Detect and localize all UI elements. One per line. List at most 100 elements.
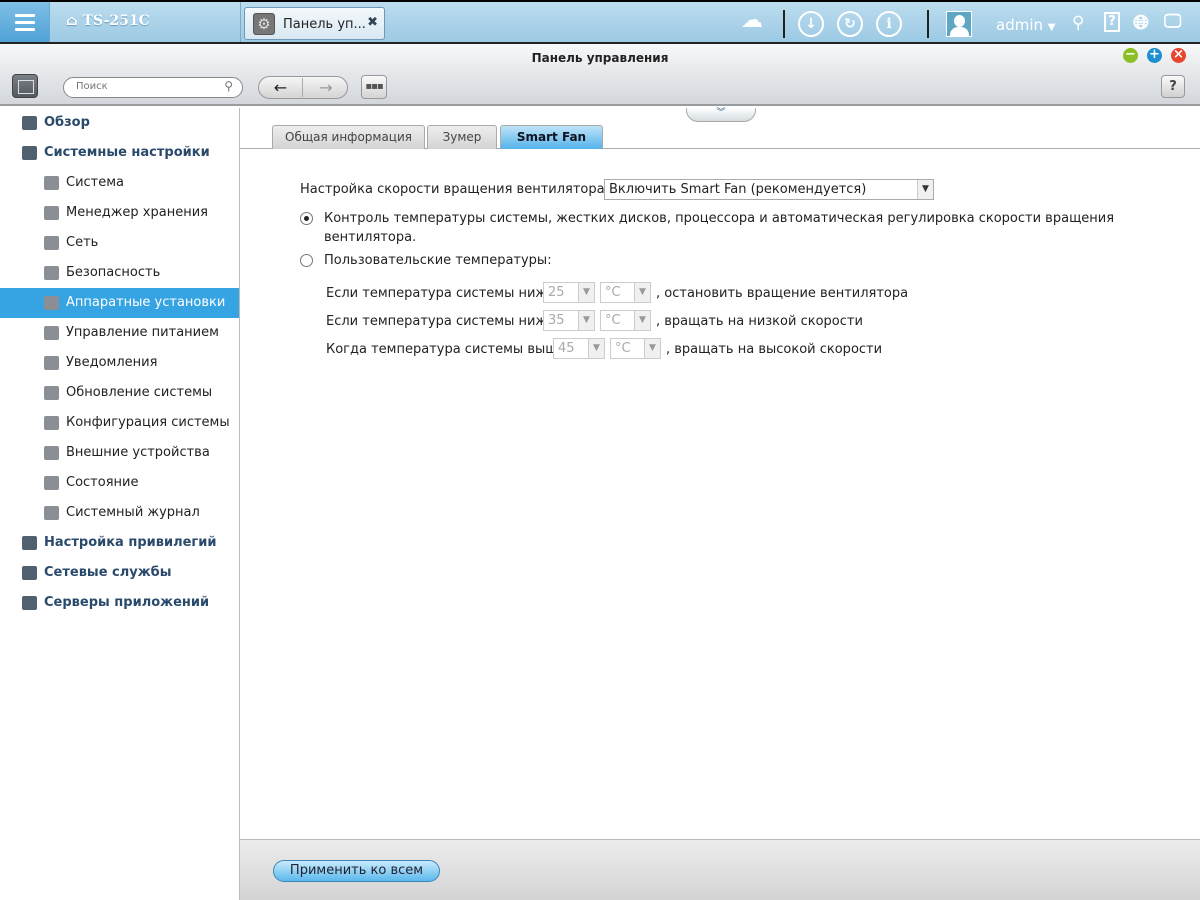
collapse-handle[interactable]: ︾ [686, 108, 756, 122]
divider [783, 10, 785, 38]
chevron-down-icon: ︾ [716, 108, 726, 118]
search-icon: ⚲ [224, 79, 233, 93]
sidebar-item[interactable]: Сетевые службы [0, 558, 239, 588]
sidebar-item-icon [44, 506, 59, 520]
app-tab-label: Панель уп... [283, 17, 366, 32]
temp-value-select[interactable]: 35 ▼ [543, 310, 595, 331]
temp-unit-select[interactable]: °C ▼ [610, 338, 661, 359]
radio-auto-label: Контроль температуры системы, жестких ди… [324, 211, 1115, 226]
sidebar-item[interactable]: Обновление системы [0, 378, 239, 408]
sidebar-item[interactable]: Сеть [0, 228, 239, 258]
sidebar-item[interactable]: Аппаратные установки [0, 288, 239, 318]
temp-unit-select[interactable]: °C ▼ [600, 310, 651, 331]
sidebar-item[interactable]: Менеджер хранения [0, 198, 239, 228]
app-tab-control-panel[interactable]: ⚙ Панель уп... ✖ [244, 7, 385, 40]
search-field[interactable]: ⚲ [63, 77, 243, 98]
sidebar: Обзор Системные настройки Система Менеджер … [0, 108, 240, 900]
sidebar-item-label: Менеджер хранения [66, 205, 208, 220]
cloud-icon[interactable]: ☁ [741, 8, 763, 33]
search-input[interactable] [76, 81, 216, 92]
sidebar-item[interactable]: Конфигурация системы [0, 408, 239, 438]
nav-buttons: ← → [258, 76, 348, 99]
sidebar-item[interactable]: Системный журнал [0, 498, 239, 528]
chevron-down-icon: ▼ [917, 180, 933, 199]
radio-auto-label-line2: вентилятора. [324, 230, 417, 245]
temp-row-suffix: , вращать на высокой скорости [666, 342, 883, 357]
avatar[interactable] [946, 11, 972, 37]
sidebar-toggle-button[interactable] [12, 74, 38, 98]
chevron-down-icon: ▼ [644, 339, 660, 358]
sidebar-item[interactable]: Обзор [0, 108, 239, 138]
sidebar-item-label: Обновление системы [66, 385, 213, 400]
sidebar-item-label: Конфигурация системы [66, 415, 230, 430]
tab-smart-fan[interactable]: Smart Fan [500, 125, 603, 149]
temp-value-select[interactable]: 25 ▼ [543, 282, 595, 303]
temp-value: 25 [548, 285, 565, 300]
sidebar-item-label: Управление питанием [66, 325, 219, 340]
home-button[interactable]: ⌂ TS-251C [66, 13, 150, 29]
globe-icon[interactable]: 🌐︎ [1133, 10, 1149, 34]
sidebar-item-icon [44, 296, 59, 310]
help-button[interactable]: ? [1161, 75, 1185, 98]
sidebar-item[interactable]: Внешние устройства [0, 438, 239, 468]
chevron-down-icon: ▼ [1047, 22, 1056, 33]
chevron-down-icon: ▼ [578, 283, 594, 302]
temp-row-prefix: Если температура системы ниже [326, 314, 556, 329]
search-icon[interactable]: ⚲ [1072, 13, 1084, 33]
user-menu[interactable]: admin ▼ [996, 16, 1055, 34]
clock-icon[interactable]: ↓ [798, 11, 824, 37]
sidebar-item[interactable]: Системные настройки [0, 138, 239, 168]
sidebar-item-label: Сетевые службы [44, 565, 172, 580]
sidebar-item-icon [44, 206, 59, 220]
sidebar-item[interactable]: Состояние [0, 468, 239, 498]
sidebar-item-icon [44, 386, 59, 400]
radio-auto-control[interactable] [300, 212, 313, 225]
temp-unit-select[interactable]: °C ▼ [600, 282, 651, 303]
footer-bar: Применить ко всем [240, 839, 1200, 900]
top-bar: ⌂ TS-251C ⚙ Панель уп... ✖ ☁ ↓ ↻ i admin… [0, 0, 1200, 44]
close-icon[interactable]: ✖ [367, 15, 378, 30]
temp-value-select[interactable]: 45 ▼ [553, 338, 605, 359]
radio-custom-temps[interactable] [300, 254, 313, 267]
sidebar-item-label: Серверы приложений [44, 595, 210, 610]
apps-grid-button[interactable]: ▪▪▪ [361, 75, 387, 99]
tab-general-info[interactable]: Общая информация [272, 125, 425, 149]
sidebar-item-icon [22, 146, 37, 160]
help-book-icon[interactable]: ? [1104, 12, 1120, 32]
sidebar-item-label: Безопасность [66, 265, 161, 280]
maximize-button[interactable]: + [1147, 48, 1162, 63]
sidebar-item-icon [44, 446, 59, 460]
sidebar-item[interactable]: Уведомления [0, 348, 239, 378]
sidebar-item-label: Обзор [44, 115, 90, 130]
close-window-button[interactable]: × [1171, 48, 1186, 63]
sidebar-item[interactable]: Система [0, 168, 239, 198]
sidebar-item[interactable]: Управление питанием [0, 318, 239, 348]
sidebar-item-label: Системные настройки [44, 145, 210, 160]
fan-mode-select[interactable]: Включить Smart Fan (рекомендуется) ▼ [604, 179, 934, 200]
window-title: Панель управления [531, 51, 669, 65]
sidebar-item[interactable]: Безопасность [0, 258, 239, 288]
sidebar-item-label: Внешние устройства [66, 445, 210, 460]
sidebar-item-label: Настройка привилегий [44, 535, 217, 550]
apply-to-all-button[interactable]: Применить ко всем [273, 860, 440, 882]
minimize-button[interactable]: − [1123, 48, 1138, 63]
temp-row-suffix: , остановить вращение вентилятора [656, 286, 909, 301]
forward-button[interactable]: → [304, 78, 348, 97]
chevron-down-icon: ▼ [578, 311, 594, 330]
temp-row-prefix: Когда температура системы выше [326, 342, 566, 357]
info-icon[interactable]: i [876, 11, 902, 37]
sidebar-item-icon [44, 236, 59, 250]
main-menu-button[interactable] [0, 2, 50, 42]
sidebar-item-icon [44, 476, 59, 490]
radio-custom-label: Пользовательские температуры: [324, 253, 552, 268]
fan-speed-label: Настройка скорости вращения вентилятора: [300, 182, 609, 197]
tab-buzzer[interactable]: Зумер [427, 125, 497, 149]
monitor-icon[interactable]: 🖵 [1164, 11, 1181, 32]
sidebar-item[interactable]: Серверы приложений [0, 588, 239, 618]
sidebar-item-label: Системный журнал [66, 505, 200, 520]
sync-icon[interactable]: ↻ [837, 11, 863, 37]
sidebar-item-icon [22, 536, 37, 550]
back-button[interactable]: ← [259, 78, 303, 97]
temp-row-prefix: Если температура системы ниже [326, 286, 556, 301]
sidebar-item[interactable]: Настройка привилегий [0, 528, 239, 558]
